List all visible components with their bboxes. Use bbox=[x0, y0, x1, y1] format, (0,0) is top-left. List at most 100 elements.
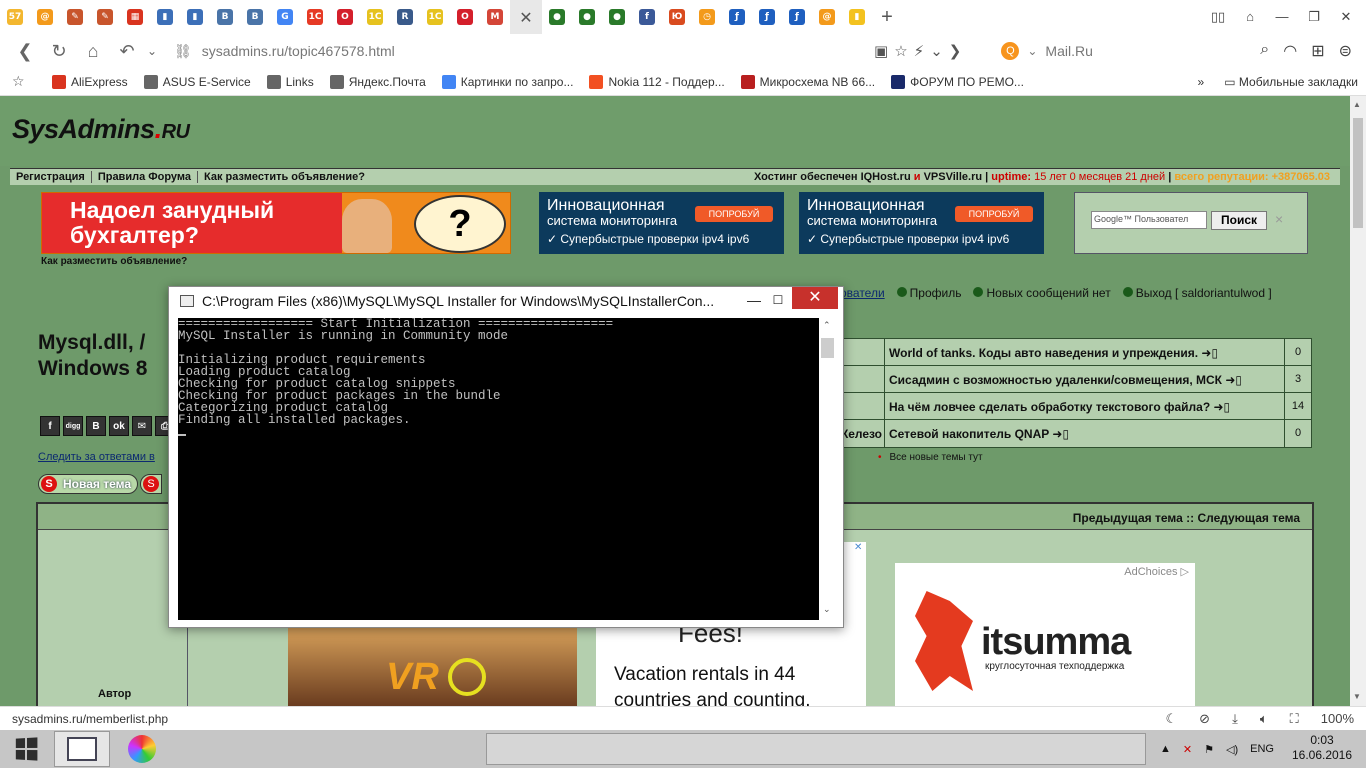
bookmarks-star-icon[interactable]: ☆ bbox=[12, 73, 52, 90]
browser-tab[interactable]: B bbox=[240, 0, 270, 34]
console-scroll-thumb[interactable] bbox=[821, 338, 834, 358]
back-button[interactable]: ❮ bbox=[8, 36, 42, 66]
bookmark-item[interactable]: AliExpress bbox=[52, 74, 128, 89]
flag-icon[interactable]: ⚑ bbox=[1204, 743, 1214, 756]
search-close-icon[interactable]: × bbox=[1275, 211, 1283, 227]
browser-tab[interactable]: O bbox=[450, 0, 480, 34]
browser-tab[interactable]: ✎ bbox=[90, 0, 120, 34]
download-icon[interactable]: ⤓ bbox=[1232, 711, 1238, 727]
nav-rules[interactable]: Правила Форума bbox=[92, 171, 199, 183]
share-button-icon[interactable]: ✉ bbox=[132, 416, 152, 436]
close-tab-icon[interactable]: ✕ bbox=[518, 8, 534, 27]
browser-tab[interactable]: 1C bbox=[360, 0, 390, 34]
new-tab-button[interactable]: + bbox=[872, 6, 902, 29]
browser-tab[interactable]: ● bbox=[542, 0, 572, 34]
logout-link[interactable]: Выход [ saldoriantulwod ] bbox=[1122, 286, 1272, 300]
site-logo[interactable]: SysAdmins.RU bbox=[12, 114, 190, 145]
reply-button[interactable]: S bbox=[140, 474, 162, 494]
bookmark-item[interactable]: Nokia 112 - Поддер... bbox=[589, 74, 725, 89]
screenshot-icon[interactable]: ⛶ bbox=[1290, 711, 1299, 727]
scroll-down-icon[interactable]: ▼ bbox=[1353, 692, 1361, 701]
ad-try-button[interactable]: ПОПРОБУЙ bbox=[695, 206, 773, 222]
console-scroll-up-icon[interactable]: ⌃ bbox=[823, 320, 831, 331]
turbo-icon[interactable]: ⚡ bbox=[914, 42, 925, 60]
close-window-icon[interactable]: ✕ bbox=[1332, 9, 1360, 25]
browser-tab[interactable]: M bbox=[480, 0, 510, 34]
ad-banner-accountant[interactable]: Надоел занудный бухгалтер? ? bbox=[41, 192, 511, 254]
browser-tab-active[interactable]: ✕ bbox=[510, 0, 542, 34]
browser-tab[interactable]: 57 bbox=[0, 0, 30, 34]
users-link[interactable]: ователи bbox=[840, 286, 885, 300]
url-field[interactable]: ⛓ sysadmins.ru/topic467578.html bbox=[174, 43, 874, 60]
more-bookmarks-icon[interactable]: » bbox=[1198, 75, 1205, 89]
ad-banner-monitoring-2[interactable]: Инновационная система мониторинга ПОПРОБ… bbox=[799, 192, 1044, 254]
tab-manager-icon[interactable]: ▯▯ bbox=[1204, 9, 1232, 25]
console-scrollbar[interactable]: ⌃ ⌄ bbox=[819, 318, 836, 620]
share-button-icon[interactable]: B bbox=[86, 416, 106, 436]
bookmark-star-icon[interactable]: ☆ bbox=[894, 42, 907, 60]
topic-link[interactable]: World of tanks. Коды авто наведения и уп… bbox=[885, 339, 1285, 365]
history-dropdown-icon[interactable]: ⌄ bbox=[144, 36, 160, 66]
scroll-up-icon[interactable]: ▲ bbox=[1353, 100, 1361, 109]
ad-close-icon[interactable]: ✕ bbox=[854, 542, 866, 554]
search-button[interactable]: Поиск bbox=[1211, 211, 1267, 230]
ad-vr-image[interactable]: VR bbox=[288, 626, 577, 706]
browser-tab[interactable]: @ bbox=[30, 0, 60, 34]
share-button-icon[interactable]: digg bbox=[63, 416, 83, 436]
pin-icon[interactable]: ⌂ bbox=[1236, 9, 1264, 25]
topic-link[interactable]: Сисадмин с возможностью удаленки/совмеще… bbox=[885, 366, 1285, 392]
console-maximize-button[interactable]: ☐ bbox=[764, 289, 792, 311]
sidebar-icon[interactable]: ⊜ bbox=[1339, 41, 1352, 61]
clock[interactable]: 0:03 16.06.2016 bbox=[1290, 733, 1354, 763]
bookmark-item[interactable]: Картинки по запро... bbox=[441, 74, 573, 89]
browser-tab[interactable]: R bbox=[390, 0, 420, 34]
nav-ads[interactable]: Как разместить объявление? bbox=[198, 171, 371, 183]
browser-tab[interactable]: ƒ bbox=[722, 0, 752, 34]
search-engine-box[interactable]: Q ⌄ Mail.Ru bbox=[1001, 42, 1145, 60]
tray-expand-icon[interactable]: ▲ bbox=[1160, 743, 1171, 755]
bookmark-item[interactable]: ФОРУМ ПО РЕМО... bbox=[891, 74, 1024, 89]
messages-link[interactable]: Новых сообщений нет bbox=[973, 286, 1111, 300]
mobile-bookmarks[interactable]: ▭ Мобильные закладки bbox=[1224, 75, 1358, 89]
host-link-iqhost[interactable]: IQHost.ru bbox=[861, 171, 911, 183]
bookmark-item[interactable]: Links bbox=[266, 74, 314, 89]
browser-tab[interactable]: O bbox=[330, 0, 360, 34]
console-output[interactable]: ================== Start Initialization … bbox=[178, 318, 819, 620]
browser-tab[interactable]: ▮ bbox=[150, 0, 180, 34]
search-icon[interactable]: ⌕ bbox=[1260, 41, 1269, 61]
console-window[interactable]: C:\Program Files (x86)\MySQL\MySQL Insta… bbox=[168, 286, 844, 628]
taskbar-app-paint[interactable] bbox=[114, 731, 170, 767]
console-close-button[interactable]: ✕ bbox=[792, 287, 838, 309]
night-mode-icon[interactable]: ☾ bbox=[1166, 711, 1178, 727]
ad-try-button[interactable]: ПОПРОБУЙ bbox=[955, 206, 1033, 222]
extensions-icon[interactable]: ⊞ bbox=[1311, 41, 1324, 61]
reload-button[interactable]: ↻ bbox=[42, 36, 76, 66]
profile-link[interactable]: Профиль bbox=[896, 286, 961, 300]
browser-tab[interactable]: ✎ bbox=[60, 0, 90, 34]
browser-tab[interactable]: B bbox=[210, 0, 240, 34]
zoom-level[interactable]: 100% bbox=[1321, 711, 1354, 726]
howto-link[interactable]: Как разместить объявление? bbox=[41, 256, 187, 267]
browser-tab[interactable]: ● bbox=[572, 0, 602, 34]
browser-tab[interactable]: ▮ bbox=[180, 0, 210, 34]
browser-tab[interactable]: ▮ bbox=[842, 0, 872, 34]
bookmark-item[interactable]: Яндекс.Почта bbox=[329, 74, 426, 89]
share-button-icon[interactable]: ok bbox=[109, 416, 129, 436]
speaker-icon[interactable]: ◁) bbox=[1226, 743, 1238, 756]
undo-close-button[interactable]: ↶ bbox=[110, 36, 144, 66]
all-new-topics-link[interactable]: • Все новые темы тут bbox=[878, 452, 983, 463]
nav-register[interactable]: Регистрация bbox=[10, 171, 92, 183]
wifi-icon[interactable]: ◠ bbox=[1283, 41, 1297, 61]
topic-link[interactable]: На чём ловчее сделать обработку текстово… bbox=[885, 393, 1285, 419]
adchoices-label[interactable]: AdChoices ▷ bbox=[1124, 565, 1189, 578]
network-icon[interactable]: ✕ bbox=[1183, 743, 1192, 756]
search-engine-chevron-icon[interactable]: ⌄ bbox=[1027, 44, 1037, 58]
browser-tab[interactable]: 1C bbox=[300, 0, 330, 34]
search-input[interactable]: Google™ Пользовател bbox=[1091, 211, 1207, 229]
bookmark-item[interactable]: ASUS E-Service bbox=[143, 74, 251, 89]
browser-tab[interactable]: @ bbox=[812, 0, 842, 34]
chevron-down-icon[interactable]: ⌄ bbox=[930, 42, 943, 60]
taskbar-app-console[interactable] bbox=[54, 731, 110, 767]
browser-tab[interactable]: f bbox=[632, 0, 662, 34]
page-scrollbar[interactable]: ▲ ▼ bbox=[1350, 96, 1366, 706]
